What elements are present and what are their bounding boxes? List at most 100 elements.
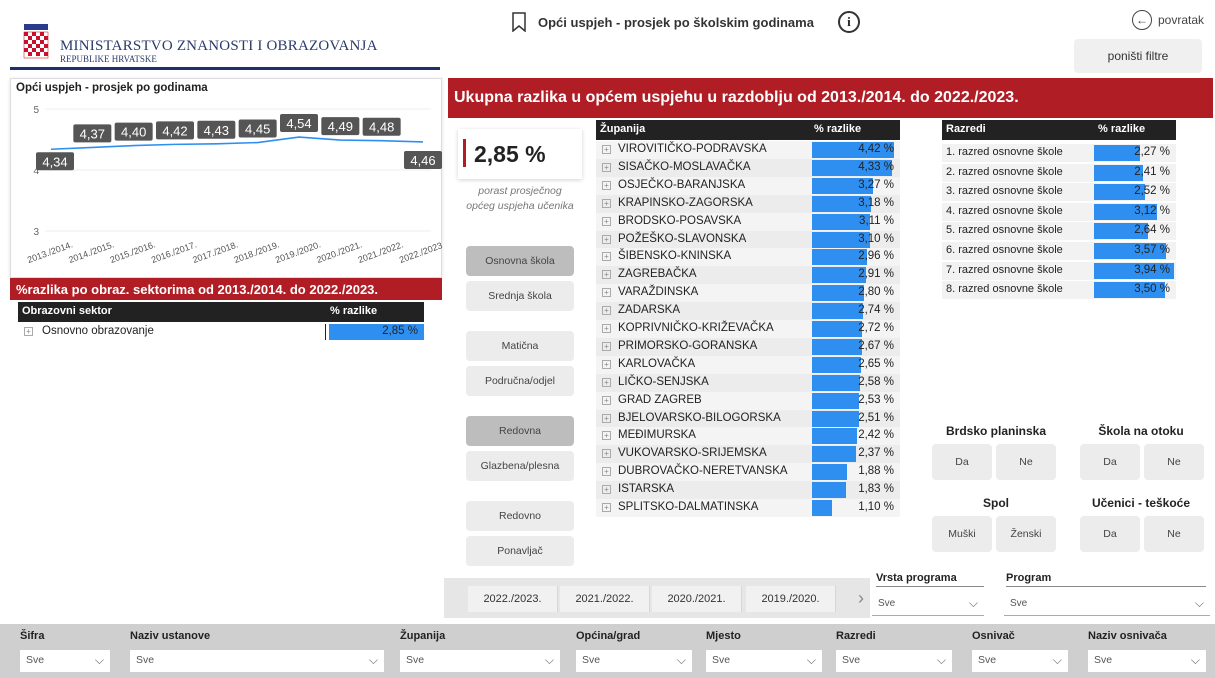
- filter-dropdown[interactable]: Sve ⌵: [576, 650, 692, 672]
- table-row[interactable]: + SPLITSKO-DALMATINSKA 1,10 %: [596, 499, 900, 517]
- gender-female-button[interactable]: Ženski: [996, 516, 1056, 552]
- year-button[interactable]: 2019./2020.: [746, 586, 836, 612]
- county-value: 2,72 %: [858, 322, 894, 334]
- info-icon[interactable]: i: [837, 11, 860, 33]
- table-row[interactable]: 6. razred osnovne škole 3,57 %: [942, 242, 1176, 260]
- filter-dropdown[interactable]: Sve ⌵: [20, 650, 110, 672]
- difficulty-no-button[interactable]: Ne: [1144, 516, 1204, 552]
- table-row[interactable]: 2. razred osnovne škole 2,41 %: [942, 163, 1176, 182]
- table-row[interactable]: + ISTARSKA 1,83 %: [596, 481, 900, 500]
- slicer-podrucna[interactable]: Područna/odjel: [466, 366, 574, 396]
- slicer-redovna[interactable]: Redovna: [466, 416, 574, 446]
- counties-col-name[interactable]: Županija: [600, 123, 645, 135]
- expand-icon[interactable]: +: [602, 180, 611, 190]
- expand-icon[interactable]: +: [602, 145, 611, 154]
- year-button[interactable]: 2021./2022.: [560, 586, 650, 612]
- county-value: 3,18 %: [858, 196, 894, 209]
- expand-icon[interactable]: +: [602, 288, 611, 298]
- filter-label: Naziv osnivača: [1088, 630, 1167, 642]
- svg-text:4,48: 4,48: [369, 120, 394, 135]
- table-row[interactable]: + GRAD ZAGREB 2,53 %: [596, 391, 900, 410]
- table-row[interactable]: 8. razred osnovne škole 3,50 %: [942, 281, 1176, 300]
- expand-icon[interactable]: +: [24, 327, 33, 336]
- filter-dropdown[interactable]: Sve ⌵: [400, 650, 560, 672]
- expand-icon[interactable]: +: [602, 198, 611, 208]
- table-row[interactable]: + KARLOVAČKA 2,65 %: [596, 355, 900, 374]
- expand-icon[interactable]: +: [602, 216, 611, 226]
- expand-icon[interactable]: +: [602, 234, 611, 244]
- filter-dropdown[interactable]: Sve ⌵: [972, 650, 1068, 672]
- expand-icon[interactable]: +: [602, 270, 611, 280]
- slicer-osnovna-skola[interactable]: Osnovna škola: [466, 246, 574, 276]
- expand-icon[interactable]: +: [602, 503, 611, 512]
- table-row[interactable]: + ZADARSKA 2,74 %: [596, 302, 900, 321]
- back-button[interactable]: ← povratak: [1132, 10, 1204, 30]
- counties-col-value[interactable]: % razlike: [814, 123, 861, 135]
- table-row[interactable]: + LIČKO-SENJSKA 2,58 %: [596, 373, 900, 392]
- filter-dropdown[interactable]: Sve ⌵: [836, 650, 952, 672]
- reset-filters-button[interactable]: poništi filtre: [1074, 39, 1202, 73]
- table-row[interactable]: + VIROVITIČKO-PODRAVSKA 4,42 %: [596, 141, 900, 159]
- slicer-ponavljac[interactable]: Ponavljač: [466, 536, 574, 566]
- table-row[interactable]: + BRODSKO-POSAVSKA 3,11 %: [596, 212, 900, 231]
- table-row[interactable]: 4. razred osnovne škole 3,12 %: [942, 202, 1176, 221]
- table-row[interactable]: + PRIMORSKO-GORANSKA 2,67 %: [596, 337, 900, 356]
- table-row[interactable]: + SISAČKO-MOSLAVAČKA 4,33 %: [596, 158, 900, 177]
- expand-icon[interactable]: +: [602, 306, 611, 316]
- slicer-glazbena[interactable]: Glazbena/plesna: [466, 451, 574, 481]
- gender-male-button[interactable]: Muški: [932, 516, 992, 552]
- vrsta-programa-dropdown[interactable]: Sve ⌵: [872, 594, 984, 616]
- filter-dropdown[interactable]: Sve ⌵: [130, 650, 384, 672]
- difficulty-yes-button[interactable]: Da: [1080, 516, 1140, 552]
- table-row[interactable]: + VARAŽDINSKA 2,80 %: [596, 284, 900, 303]
- grades-col-value[interactable]: % razlike: [1098, 123, 1145, 135]
- table-row[interactable]: + VUKOVARSKO-SRIJEMSKA 2,37 %: [596, 445, 900, 464]
- island-yes-button[interactable]: Da: [1080, 444, 1140, 480]
- slicer-maticna[interactable]: Matična: [466, 331, 574, 361]
- island-no-button[interactable]: Ne: [1144, 444, 1204, 480]
- bookmark-icon[interactable]: [512, 12, 526, 32]
- program-dropdown[interactable]: Sve ⌵: [1004, 594, 1210, 616]
- expand-icon[interactable]: +: [602, 395, 611, 405]
- table-row[interactable]: + ZAGREBAČKA 2,91 %: [596, 266, 900, 285]
- slicer-redovno[interactable]: Redovno: [466, 501, 574, 531]
- table-row[interactable]: + OSJEČKO-BARANJSKA 3,27 %: [596, 176, 900, 195]
- filter-dropdown[interactable]: Sve ⌵: [706, 650, 822, 672]
- table-row[interactable]: 5. razred osnovne škole 2,64 %: [942, 222, 1176, 241]
- filter-dropdown[interactable]: Sve ⌵: [1088, 650, 1206, 672]
- table-row[interactable]: + Osnovno obrazovanje 2,85 %: [18, 324, 424, 340]
- chevron-right-icon[interactable]: ›: [858, 588, 864, 609]
- table-row[interactable]: + POŽEŠKO-SLAVONSKA 3,10 %: [596, 230, 900, 249]
- expand-icon[interactable]: +: [602, 324, 611, 333]
- table-row[interactable]: + BJELOVARSKO-BILOGORSKA 2,51 %: [596, 409, 900, 428]
- filter-label: Općina/grad: [576, 630, 641, 642]
- svg-text:4,46: 4,46: [410, 153, 435, 168]
- expand-icon[interactable]: +: [602, 252, 611, 262]
- slicer-srednja-skola[interactable]: Srednja škola: [466, 281, 574, 311]
- table-row[interactable]: 1. razred osnovne škole 2,27 %: [942, 144, 1176, 162]
- expand-icon[interactable]: +: [602, 467, 611, 477]
- table-row[interactable]: + MEĐIMURSKA 2,42 %: [596, 427, 900, 446]
- ministry-name: MINISTARSTVO ZNANOSTI I OBRAZOVANJA: [60, 38, 378, 54]
- table-row[interactable]: 7. razred osnovne škole 3,94 %: [942, 261, 1176, 280]
- expand-icon[interactable]: +: [602, 485, 611, 495]
- grades-col-name[interactable]: Razredi: [946, 123, 986, 135]
- table-row[interactable]: 3. razred osnovne škole 2,52 %: [942, 183, 1176, 202]
- table-row[interactable]: + ŠIBENSKO-KNINSKA 2,96 %: [596, 248, 900, 267]
- table-row[interactable]: + KOPRIVNIČKO-KRIŽEVAČKA 2,72 %: [596, 320, 900, 338]
- grade-value: 3,50 %: [1134, 283, 1170, 296]
- year-button[interactable]: 2020./2021.: [652, 586, 742, 612]
- mountain-no-button[interactable]: Ne: [996, 444, 1056, 480]
- table-row[interactable]: + DUBROVAČKO-NERETVANSKA 1,88 %: [596, 463, 900, 482]
- table-row[interactable]: + KRAPINSKO-ZAGORSKA 3,18 %: [596, 194, 900, 213]
- expand-icon[interactable]: +: [602, 162, 611, 172]
- expand-icon[interactable]: +: [602, 413, 611, 423]
- expand-icon[interactable]: +: [602, 341, 611, 351]
- expand-icon[interactable]: +: [602, 431, 611, 441]
- ministry-logo: MINISTARSTVO ZNANOSTI I OBRAZOVANJA REPU…: [22, 24, 442, 68]
- expand-icon[interactable]: +: [602, 449, 611, 459]
- expand-icon[interactable]: +: [602, 359, 611, 369]
- mountain-yes-button[interactable]: Da: [932, 444, 992, 480]
- year-button[interactable]: 2022./2023.: [468, 586, 558, 612]
- expand-icon[interactable]: +: [602, 377, 611, 387]
